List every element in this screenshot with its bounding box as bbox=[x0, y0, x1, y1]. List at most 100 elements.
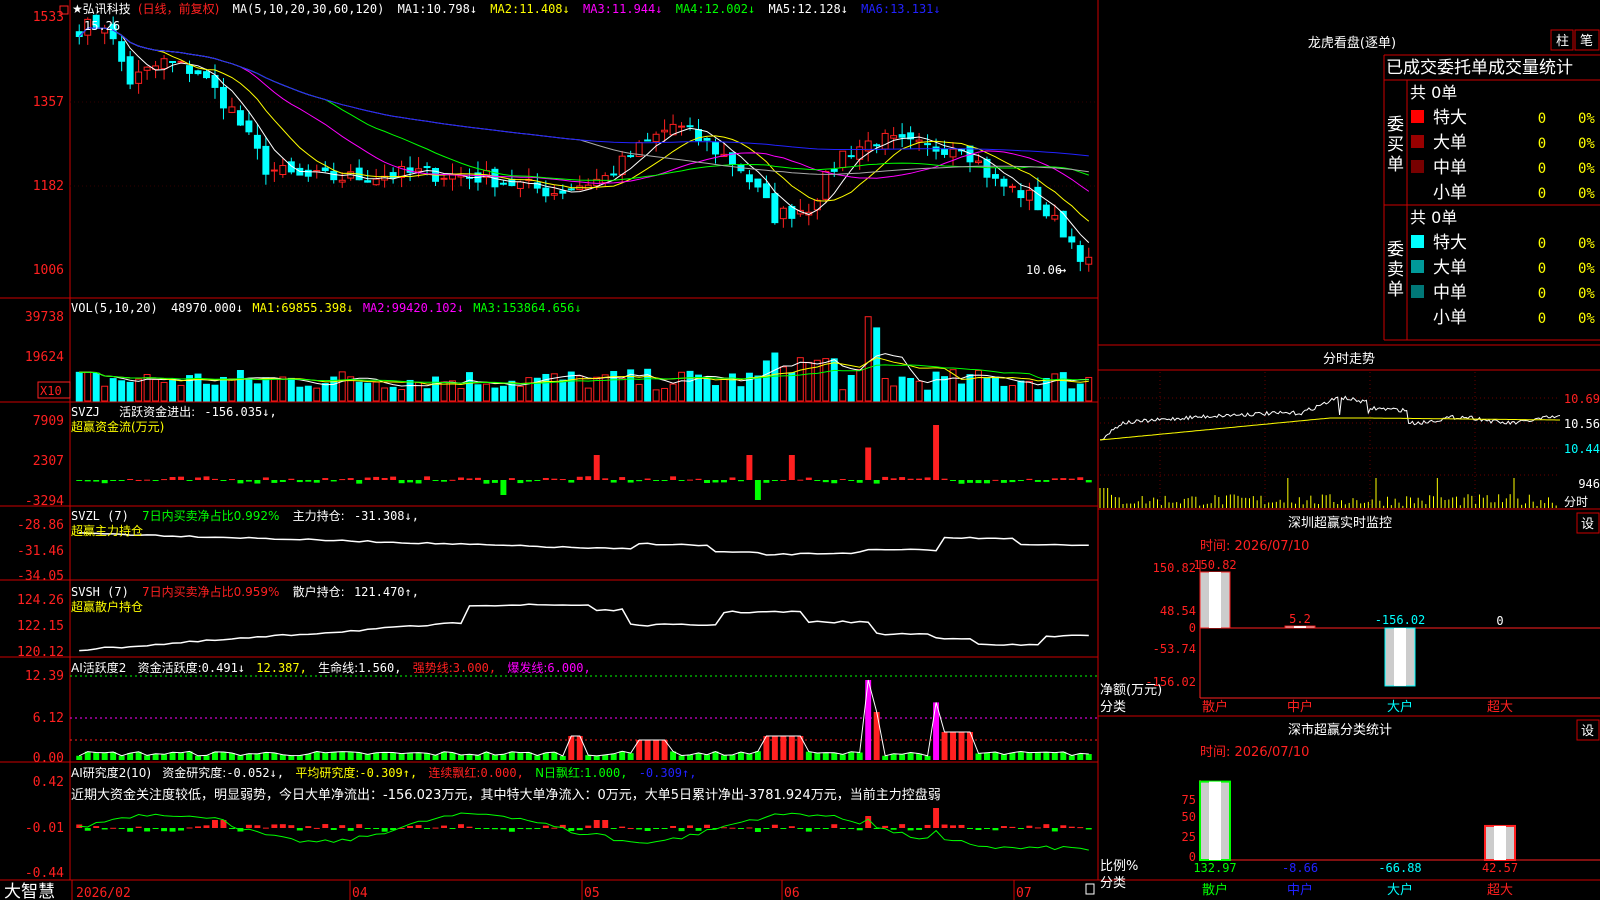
ma2-value: 11.408↓ bbox=[519, 2, 570, 16]
fund-flow-bar bbox=[432, 480, 439, 481]
svg-text:设[interactable]: 设 bbox=[1581, 724, 1594, 739]
research-bar bbox=[279, 824, 286, 828]
svg-text:柱[interactable]: 柱 bbox=[1556, 34, 1569, 49]
ma6-value: 13.131↓ bbox=[890, 2, 941, 16]
kline-candle bbox=[881, 132, 889, 150]
kline-candle bbox=[364, 180, 372, 183]
svg-text:12.39: 12.39 bbox=[25, 669, 64, 684]
fund-flow-bar bbox=[169, 477, 176, 480]
activity-bar bbox=[195, 755, 201, 760]
research-bar bbox=[347, 828, 354, 831]
kline-candle bbox=[135, 71, 143, 84]
fund-flow-bar bbox=[195, 477, 201, 480]
activity-bar bbox=[1017, 751, 1024, 760]
fund-flow-bar bbox=[712, 480, 719, 483]
fund-flow-bar bbox=[559, 479, 566, 481]
kline-candle bbox=[822, 171, 830, 200]
research-bar bbox=[305, 826, 312, 828]
fund-flow-bar bbox=[653, 480, 660, 481]
activity-bar bbox=[254, 753, 261, 760]
svg-text:设[interactable]: 设 bbox=[1581, 517, 1594, 532]
volume-bar bbox=[398, 389, 406, 402]
research-bar bbox=[848, 828, 855, 829]
activity-bar bbox=[610, 753, 617, 760]
sell-row-swatch bbox=[1411, 310, 1424, 323]
svg-text:-28.86: -28.86 bbox=[17, 518, 64, 533]
activity-bar bbox=[856, 752, 863, 760]
activity-bar bbox=[491, 754, 498, 760]
volume-bar bbox=[678, 371, 686, 402]
volume-bar bbox=[983, 377, 991, 402]
sell-row-count: 0 bbox=[1538, 236, 1546, 252]
kline-candle bbox=[601, 175, 609, 184]
research-bar bbox=[687, 825, 694, 828]
fund-flow-bar bbox=[517, 480, 524, 484]
monitor-y-tick: 150.82 bbox=[1153, 561, 1196, 575]
sell-row-pct: 0% bbox=[1578, 286, 1595, 302]
svg-text:1006: 1006 bbox=[33, 263, 64, 278]
volume-bar bbox=[1051, 373, 1059, 402]
kline-candle bbox=[839, 150, 847, 169]
fund-flow-bar bbox=[958, 480, 965, 484]
svsh-sub: 超赢散户持仓 bbox=[71, 599, 143, 614]
fund-flow-bar bbox=[1051, 478, 1058, 480]
research-bar bbox=[670, 825, 677, 828]
sell-row-pct: 0% bbox=[1578, 261, 1595, 277]
research-bar bbox=[144, 828, 151, 832]
sell-row-swatch bbox=[1411, 235, 1424, 248]
fund-flow-bar bbox=[678, 480, 685, 481]
volume-bar bbox=[211, 384, 219, 402]
fund-flow-bar bbox=[381, 477, 388, 480]
fund-flow-bar bbox=[593, 455, 600, 480]
svg-text:笔[interactable]: 笔 bbox=[1580, 33, 1593, 49]
sell-row-count: 0 bbox=[1538, 286, 1546, 302]
research-bar bbox=[381, 828, 388, 832]
research-bar bbox=[135, 826, 142, 828]
research-bar bbox=[924, 824, 931, 828]
fund-flow-bar bbox=[873, 480, 880, 484]
svg-text:07: 07 bbox=[1016, 886, 1032, 900]
svg-text:-34.05: -34.05 bbox=[17, 569, 64, 584]
research-bar bbox=[941, 824, 948, 828]
research-bar bbox=[525, 828, 532, 830]
class-y-tick: 50 bbox=[1182, 810, 1196, 824]
fund-flow-bar bbox=[491, 480, 498, 483]
buy-row-pct: 0% bbox=[1578, 186, 1595, 202]
fund-flow-bar bbox=[144, 479, 151, 481]
volume-bar bbox=[601, 374, 609, 402]
research-bar bbox=[882, 825, 889, 828]
fund-flow-bar bbox=[551, 478, 558, 480]
svg-text:-3294: -3294 bbox=[25, 494, 64, 509]
volume-bar bbox=[75, 371, 83, 402]
fund-flow-bar bbox=[822, 480, 829, 483]
fund-flow-bar bbox=[84, 480, 91, 482]
research-bar bbox=[975, 828, 982, 830]
fund-flow-bar bbox=[890, 478, 897, 480]
fund-flow-bar bbox=[254, 480, 261, 484]
kline-candle bbox=[627, 155, 635, 158]
volume-bar bbox=[830, 358, 838, 402]
svg-text:-31.46: -31.46 bbox=[17, 544, 64, 559]
volume-bar bbox=[270, 377, 278, 402]
kline-candle bbox=[160, 58, 168, 70]
research-bar bbox=[644, 828, 651, 832]
monitor-xlabel: 分类 bbox=[1100, 700, 1126, 715]
volume-bar bbox=[958, 383, 965, 402]
monitor-y-tick: 0 bbox=[1189, 621, 1196, 635]
low-arrow-icon: ⟶ bbox=[1057, 263, 1066, 277]
research-bar bbox=[152, 828, 159, 829]
activity-bar bbox=[458, 755, 464, 760]
buy-row-swatch bbox=[1411, 160, 1424, 173]
research-bar bbox=[814, 828, 821, 829]
fund-flow-bar bbox=[950, 480, 956, 481]
kline-candle bbox=[203, 71, 210, 79]
volume-bar bbox=[474, 384, 482, 402]
volume-bar bbox=[703, 378, 711, 402]
svg-text:06: 06 bbox=[784, 886, 800, 900]
research-bar bbox=[704, 824, 710, 828]
kline-candle bbox=[983, 158, 991, 178]
sell-side-label: 单 bbox=[1387, 280, 1404, 300]
activity-bar bbox=[1051, 752, 1058, 760]
order-table-title: 已成交委托单成交量统计 bbox=[1386, 58, 1573, 78]
intraday-title: 分时走势 bbox=[1323, 351, 1375, 367]
